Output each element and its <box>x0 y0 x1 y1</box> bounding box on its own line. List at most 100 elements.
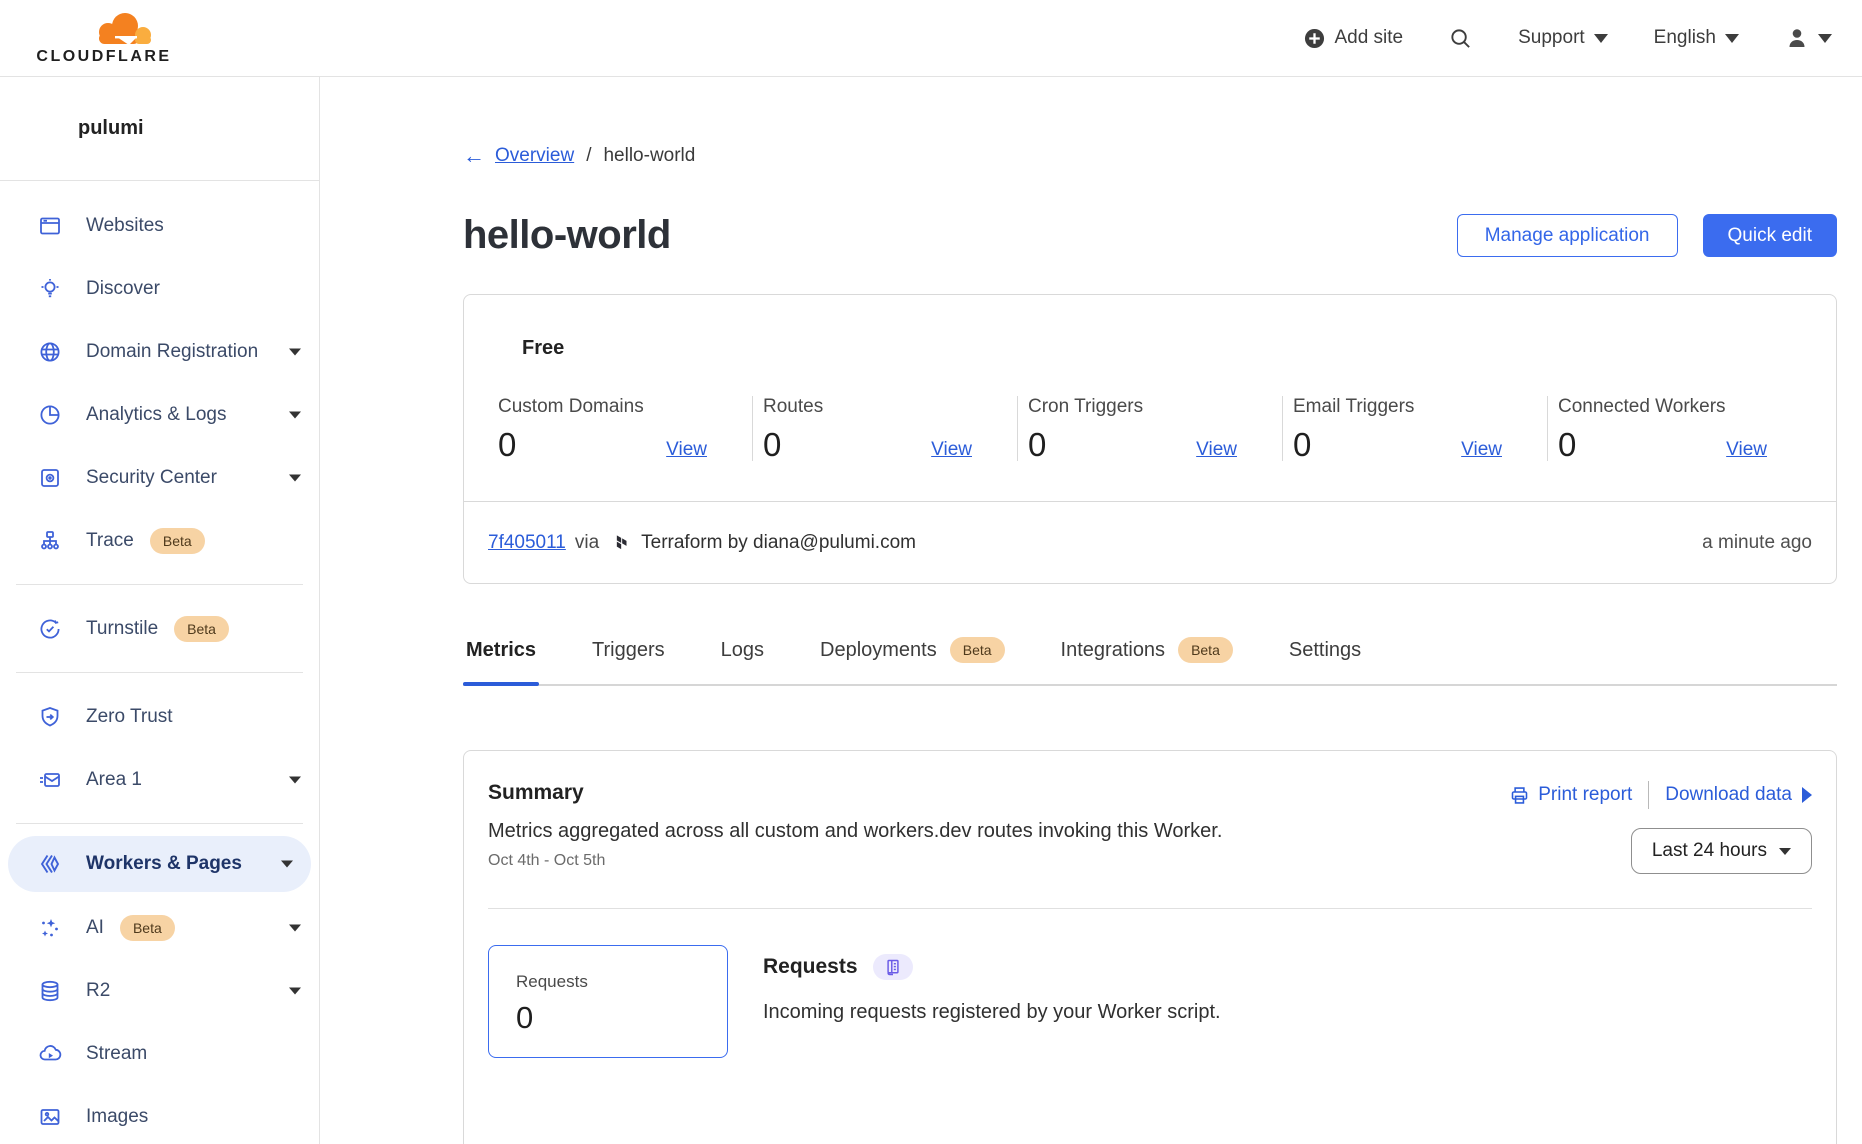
lightbulb-icon <box>38 277 62 301</box>
deployment-time: a minute ago <box>1702 532 1812 554</box>
page-title: hello-world <box>463 213 671 258</box>
sidebar-item-label: Workers & Pages <box>86 853 242 875</box>
stat-email-triggers: Email Triggers 0 View <box>1283 396 1548 461</box>
manage-application-button[interactable]: Manage application <box>1457 214 1678 257</box>
sidebar-item-workers-pages[interactable]: Workers & Pages <box>8 836 311 892</box>
support-menu[interactable]: Support <box>1518 27 1608 49</box>
tab-label: Metrics <box>466 639 536 662</box>
beta-badge: Beta <box>174 616 229 642</box>
globe-icon <box>38 340 62 364</box>
sidebar-item-label: Trace <box>86 530 134 552</box>
breadcrumb-separator: / <box>586 145 591 167</box>
printer-icon <box>1509 785 1530 806</box>
sidebar-item-r2[interactable]: R2 <box>0 959 319 1022</box>
language-menu[interactable]: English <box>1654 27 1739 49</box>
plus-circle-icon <box>1304 28 1325 49</box>
tab-bar: Metrics Triggers Logs Deployments Beta I… <box>463 637 1837 686</box>
chevron-down-icon <box>289 776 301 783</box>
time-range-select[interactable]: Last 24 hours <box>1631 828 1812 874</box>
chevron-down-icon <box>289 474 301 481</box>
sidebar-item-label: Area 1 <box>86 769 142 791</box>
add-site-button[interactable]: Add site <box>1304 27 1403 49</box>
sidebar-item-domain-registration[interactable]: Domain Registration <box>0 320 319 383</box>
user-icon <box>1785 26 1809 50</box>
summary-date-range: Oct 4th - Oct 5th <box>488 852 1222 870</box>
stat-value: 0 <box>1558 428 1576 461</box>
view-link[interactable]: View <box>1196 439 1237 461</box>
tab-triggers[interactable]: Triggers <box>589 637 668 684</box>
book-icon <box>883 958 903 976</box>
beta-badge: Beta <box>120 915 175 941</box>
language-label: English <box>1654 27 1716 49</box>
database-icon <box>38 979 62 1003</box>
view-link[interactable]: View <box>1726 439 1767 461</box>
requests-description: Incoming requests registered by your Wor… <box>763 1001 1221 1024</box>
stat-label: Custom Domains <box>498 396 707 418</box>
search-button[interactable] <box>1449 27 1472 50</box>
chevron-down-icon <box>289 987 301 994</box>
summary-divider <box>488 908 1812 909</box>
stat-value: 0 <box>1028 428 1046 461</box>
beta-badge: Beta <box>950 637 1005 663</box>
summary-description: Metrics aggregated across all custom and… <box>488 820 1222 843</box>
stats-row: Custom Domains 0 View Routes 0 View Cron… <box>488 360 1812 501</box>
sidebar-item-security-center[interactable]: Security Center <box>0 446 319 509</box>
download-data-link[interactable]: Download data <box>1665 784 1812 806</box>
cloudflare-logo[interactable]: CLOUDFLARE <box>28 11 180 66</box>
tab-settings[interactable]: Settings <box>1286 637 1364 684</box>
tab-label: Deployments <box>820 639 937 662</box>
stream-icon <box>38 1042 62 1066</box>
beta-badge: Beta <box>1178 637 1233 663</box>
print-report-label: Print report <box>1538 784 1632 806</box>
main-content: ← Overview / hello-world hello-world Man… <box>320 77 1862 1144</box>
sidebar-item-analytics-logs[interactable]: Analytics & Logs <box>0 383 319 446</box>
stat-routes: Routes 0 View <box>753 396 1018 461</box>
summary-title: Summary <box>488 781 1222 805</box>
tab-logs[interactable]: Logs <box>718 637 767 684</box>
account-menu[interactable] <box>1785 26 1832 50</box>
requests-card-label: Requests <box>516 972 707 992</box>
tab-integrations[interactable]: Integrations Beta <box>1058 637 1236 684</box>
tab-deployments[interactable]: Deployments Beta <box>817 637 1008 684</box>
chevron-down-icon <box>1725 34 1739 43</box>
chevron-down-icon <box>289 924 301 931</box>
print-report-link[interactable]: Print report <box>1509 784 1632 806</box>
chevron-down-icon <box>1818 34 1832 43</box>
sidebar-item-images[interactable]: Images <box>0 1085 319 1144</box>
sidebar-item-trace[interactable]: Trace Beta <box>0 509 319 572</box>
sidebar-item-label: Discover <box>86 278 160 300</box>
view-link[interactable]: View <box>931 439 972 461</box>
sidebar-item-discover[interactable]: Discover <box>0 257 319 320</box>
quick-edit-button[interactable]: Quick edit <box>1703 214 1837 257</box>
stat-label: Cron Triggers <box>1028 396 1237 418</box>
chevron-down-icon <box>1594 34 1608 43</box>
sidebar-item-stream[interactable]: Stream <box>0 1022 319 1085</box>
requests-card-value: 0 <box>516 1000 707 1036</box>
breadcrumb-overview-link[interactable]: Overview <box>495 145 574 167</box>
trace-icon <box>38 529 62 553</box>
view-link[interactable]: View <box>666 439 707 461</box>
browser-icon <box>38 214 62 238</box>
chevron-down-icon <box>281 861 293 868</box>
sidebar-item-zero-trust[interactable]: Zero Trust <box>0 685 319 748</box>
sidebar-item-label: Analytics & Logs <box>86 404 226 426</box>
account-name[interactable]: pulumi <box>0 77 319 181</box>
sidebar-item-area-1[interactable]: Area 1 <box>0 748 319 811</box>
sidebar-item-websites[interactable]: Websites <box>0 194 319 257</box>
sidebar-item-label: Security Center <box>86 467 217 489</box>
plan-card: Free Custom Domains 0 View Routes 0 View… <box>463 294 1837 584</box>
docs-badge[interactable] <box>873 954 913 980</box>
back-arrow-icon[interactable]: ← <box>463 145 485 167</box>
sidebar-item-ai[interactable]: AI Beta <box>0 896 319 959</box>
workers-icon <box>38 852 62 876</box>
view-link[interactable]: View <box>1461 439 1502 461</box>
tab-label: Logs <box>721 639 764 662</box>
sidebar-divider <box>16 823 303 824</box>
requests-metric-card[interactable]: Requests 0 <box>488 945 728 1058</box>
sidebar-item-turnstile[interactable]: Turnstile Beta <box>0 597 319 660</box>
tab-metrics[interactable]: Metrics <box>463 637 539 684</box>
beta-badge: Beta <box>150 528 205 554</box>
deployment-version-link[interactable]: 7f405011 <box>488 532 566 554</box>
sidebar-item-label: R2 <box>86 980 110 1002</box>
sidebar: pulumi Websites Discover Domain Registra… <box>0 77 320 1144</box>
